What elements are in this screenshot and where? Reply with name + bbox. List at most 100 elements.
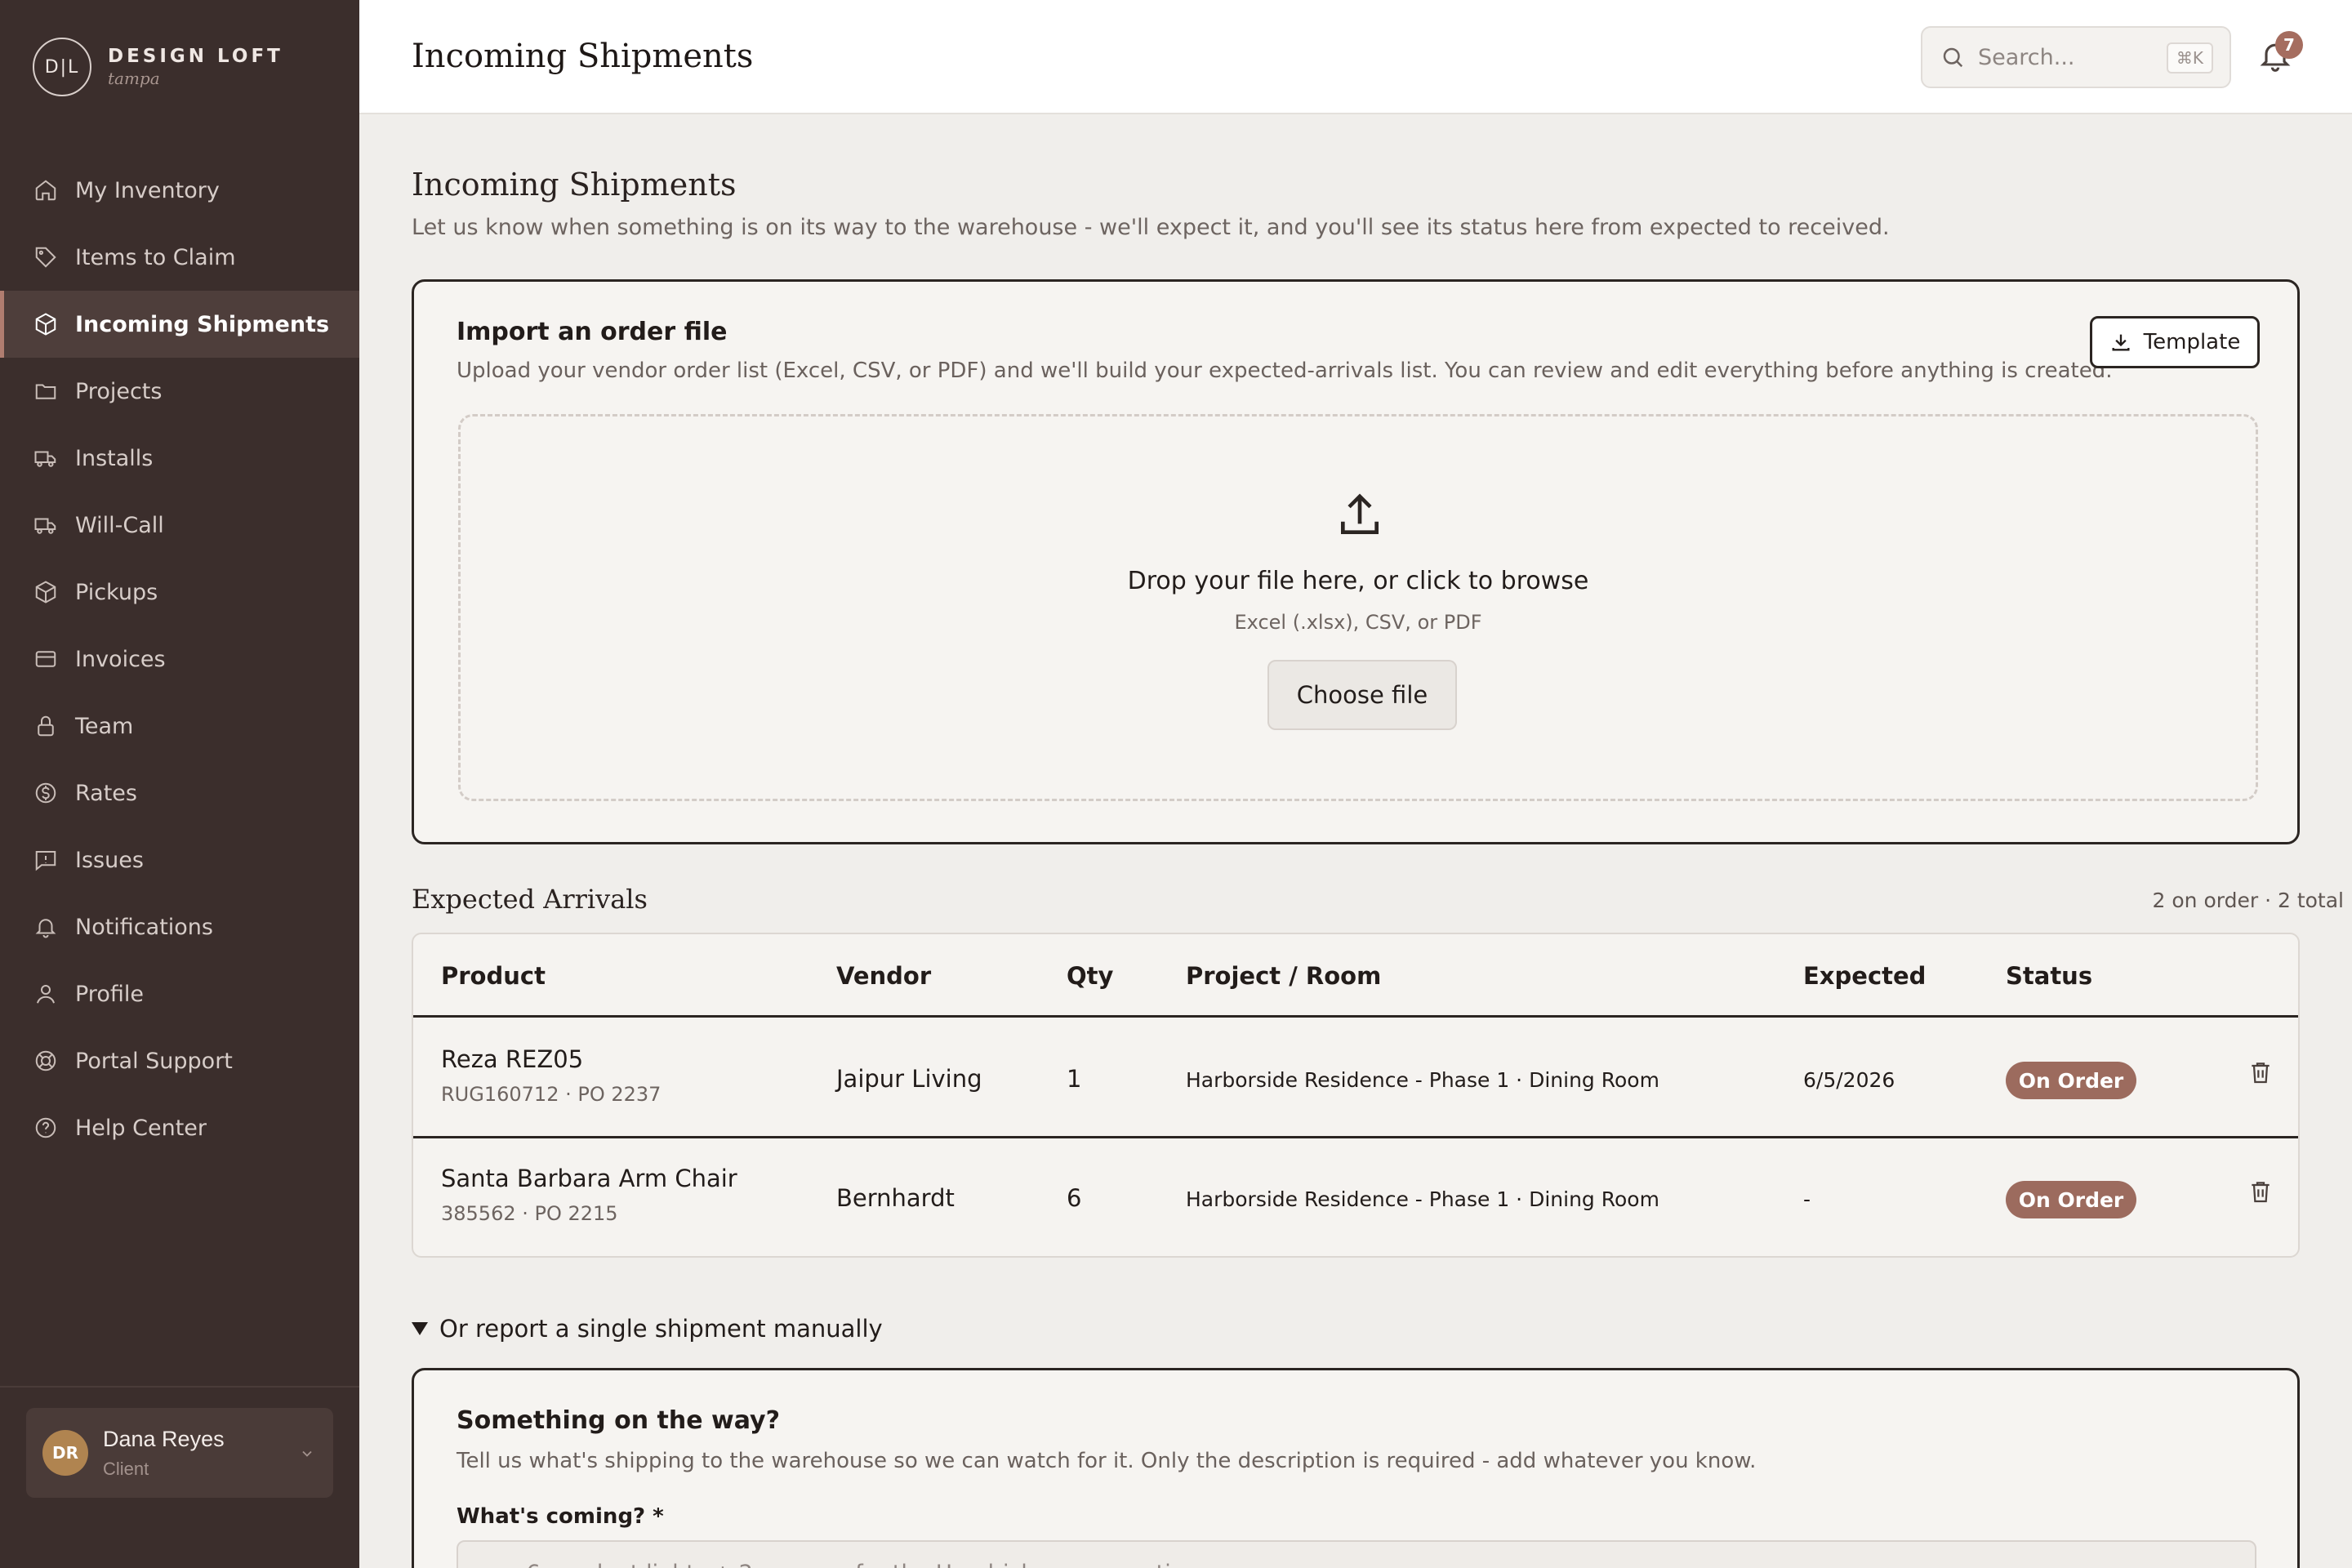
download-icon [2112,334,2130,351]
qty-cell: 1 [1067,1065,1082,1093]
sidebar-item-label: Projects [75,378,163,404]
sidebar-nav: My Inventory Items to Claim Incoming Shi… [0,157,359,1161]
sidebar-item-label: Issues [75,847,144,873]
notification-badge: 7 [2275,31,2303,59]
user-role: Client [103,1458,149,1479]
column-header-status[interactable]: Status [2006,962,2092,990]
column-header-product[interactable]: Product [441,962,546,990]
manual-report-card: Something on the way? Tell us what's shi… [412,1368,2300,1568]
brand-logo[interactable]: D|L DESIGN LOFT tampa [33,38,283,96]
product-meta: RUG160712 · PO 2237 [441,1083,662,1106]
product-meta: 385562 · PO 2215 [441,1202,618,1225]
avatar: DR [42,1430,88,1476]
sidebar-item-label: Pickups [75,579,158,605]
sidebar-item-issues[interactable]: Issues [0,826,359,893]
sidebar-item-label: Items to Claim [75,244,236,270]
column-header-expected[interactable]: Expected [1803,962,1926,990]
template-button[interactable]: Template [2090,316,2260,368]
project-cell: Harborside Residence - Phase 1 · Dining … [1186,1068,1659,1092]
page-subtitle: Let us know when something is on its way… [412,215,1890,240]
sidebar-item-label: Profile [75,981,144,1007]
choose-file-button[interactable]: Choose file [1267,660,1457,730]
search-icon [1943,47,1963,68]
import-title: Import an order file [457,318,728,346]
truck-icon [33,445,59,471]
column-header-project-room[interactable]: Project / Room [1186,962,1381,990]
sidebar-item-label: Installs [75,445,154,471]
file-dropzone[interactable]: Drop your file here, or click to browse … [458,414,2258,801]
table-header: Product Vendor Qty Project / Room Expect… [413,934,2298,1018]
column-header-vendor[interactable]: Vendor [836,962,931,990]
search-input[interactable]: Search... [1978,45,2075,70]
status-badge: On Order [2006,1062,2136,1099]
sidebar-item-label: Invoices [75,646,166,672]
sidebar-item-profile[interactable]: Profile [0,960,359,1027]
search-box[interactable]: Search... ⌘K [1921,26,2231,88]
header-title: Incoming Shipments [412,38,754,75]
arrivals-count: 2 on order · 2 total [2152,889,2344,912]
sidebar-item-incoming-shipments[interactable]: Incoming Shipments [0,291,359,358]
user-menu[interactable]: DR Dana Reyes Client [26,1408,333,1498]
sidebar-item-label: Team [75,713,134,739]
column-header-qty[interactable]: Qty [1067,962,1113,990]
manual-toggle-label: Or report a single shipment manually [439,1315,883,1343]
arrivals-table: Product Vendor Qty Project / Room Expect… [412,933,2300,1258]
sidebar-item-team[interactable]: Team [0,693,359,760]
sidebar-item-rates[interactable]: Rates [0,760,359,826]
sidebar-item-label: My Inventory [75,177,220,203]
sidebar-item-projects[interactable]: Projects [0,358,359,425]
sidebar: D|L DESIGN LOFT tampa My Inventory Items… [0,0,359,1568]
product-name: Reza REZ05 [441,1045,584,1073]
table-row[interactable]: Reza REZ05 RUG160712 · PO 2237 Jaipur Li… [413,1019,2298,1138]
arrivals-title: Expected Arrivals [412,884,648,915]
search-shortcut: ⌘K [2166,42,2213,74]
whats-coming-field[interactable] [457,1540,2256,1568]
lifebuoy-icon [33,1048,59,1074]
disclosure-triangle-icon [412,1322,428,1335]
sidebar-item-help-center[interactable]: Help Center [0,1094,359,1161]
table-row[interactable]: Santa Barbara Arm Chair 385562 · PO 2215… [413,1138,2298,1256]
manual-description: Tell us what's shipping to the warehouse… [457,1449,1757,1473]
vendor-cell: Bernhardt [836,1184,955,1212]
box-icon [33,579,59,605]
whats-coming-label: What's coming? * [457,1504,664,1529]
sidebar-item-invoices[interactable]: Invoices [0,626,359,693]
home-icon [33,177,59,203]
manual-report-toggle[interactable]: Or report a single shipment manually [412,1315,883,1343]
sidebar-item-label: Incoming Shipments [75,311,330,337]
user-icon [33,981,59,1007]
message-alert-icon [33,847,59,873]
lock-icon [33,713,59,739]
sidebar-item-label: Rates [75,780,137,806]
upload-icon [1341,493,1379,534]
import-card: Import an order file Upload your vendor … [412,279,2300,844]
package-icon [33,311,59,337]
sidebar-item-notifications[interactable]: Notifications [0,893,359,960]
sidebar-item-portal-support[interactable]: Portal Support [0,1027,359,1094]
drop-hint: Excel (.xlsx), CSV, or PDF [1234,611,1482,634]
credit-card-icon [33,646,59,672]
top-bar: Incoming Shipments Search... ⌘K 7 [359,0,2352,114]
page-title: Incoming Shipments [412,167,737,203]
project-cell: Harborside Residence - Phase 1 · Dining … [1186,1187,1659,1211]
sidebar-item-pickups[interactable]: Pickups [0,559,359,626]
sidebar-item-label: Notifications [75,914,213,940]
trash-icon[interactable] [2247,1178,2274,1205]
sidebar-item-label: Portal Support [75,1048,233,1074]
vendor-cell: Jaipur Living [836,1065,982,1093]
logo-mark: D|L [33,38,91,96]
product-name: Santa Barbara Arm Chair [441,1165,737,1192]
sidebar-item-will-call[interactable]: Will-Call [0,492,359,559]
expected-cell: - [1803,1187,1811,1211]
trash-icon[interactable] [2247,1058,2274,1086]
sidebar-item-items-to-claim[interactable]: Items to Claim [0,224,359,291]
sidebar-divider [0,1386,359,1388]
help-circle-icon [33,1115,59,1141]
status-badge: On Order [2006,1181,2136,1218]
dollar-circle-icon [33,780,59,806]
chevron-down-icon [302,1450,312,1457]
sidebar-item-my-inventory[interactable]: My Inventory [0,157,359,224]
expected-cell: 6/5/2026 [1803,1068,1895,1092]
sidebar-item-installs[interactable]: Installs [0,425,359,492]
folder-icon [33,378,59,404]
